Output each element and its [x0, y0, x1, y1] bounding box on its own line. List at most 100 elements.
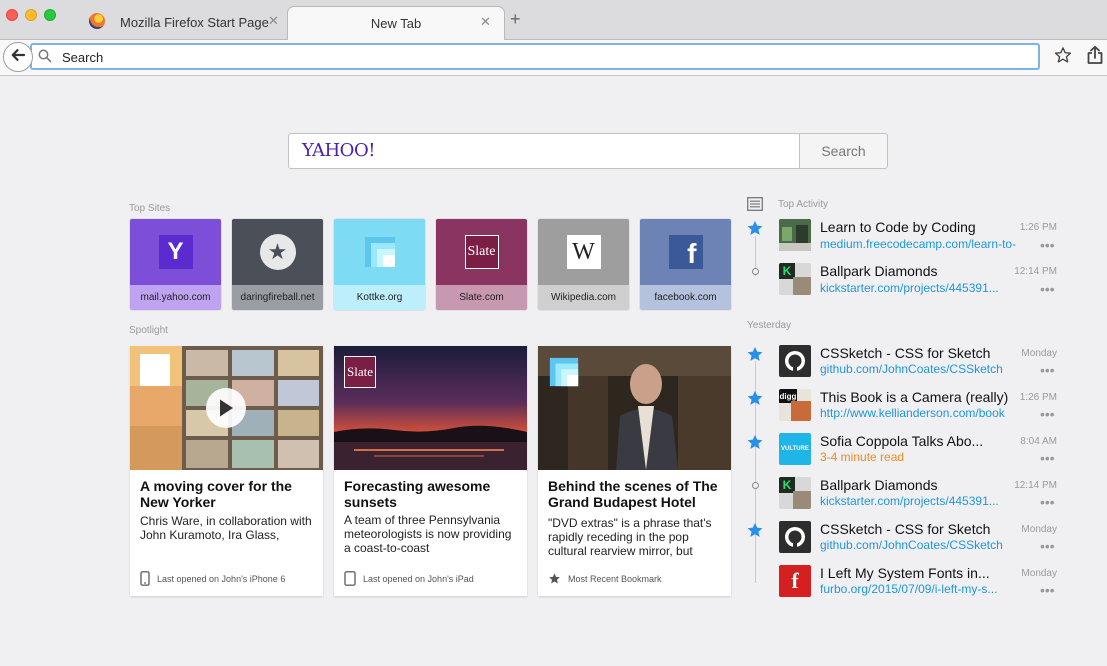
tab-title: New Tab — [370, 16, 422, 31]
more-options-icon[interactable]: ••• — [1040, 494, 1055, 510]
activity-time: 12:14 PM — [1014, 266, 1057, 277]
new-tab-button[interactable]: + — [510, 10, 521, 28]
activity-time: Monday — [1021, 524, 1057, 535]
more-options-icon[interactable]: ••• — [1040, 406, 1055, 422]
yahoo-search: YAHOO! Search — [288, 133, 888, 169]
activity-title: Sofia Coppola Talks Abo... — [820, 433, 984, 449]
card-description: "DVD extras" is a phrase that's rapidly … — [548, 516, 712, 558]
top-site-tile-daringfireball[interactable]: ★ daringfireball.net — [232, 219, 323, 310]
tile-label: Wikipedia.com — [538, 285, 629, 310]
url-bar[interactable] — [30, 43, 1040, 70]
more-options-icon[interactable]: ••• — [1040, 362, 1055, 378]
tab-close-icon[interactable]: ✕ — [480, 14, 491, 30]
top-site-tile-facebook[interactable]: f facebook.com — [640, 219, 731, 310]
activity-title: CSSketch - CSS for Sketch — [820, 345, 991, 361]
kickstarter-icon: K — [779, 263, 811, 295]
card-title: Behind the scenes of The Grand Budapest … — [548, 478, 718, 510]
freecodecamp-icon — [779, 219, 811, 251]
search-input[interactable] — [62, 47, 1022, 67]
more-options-icon[interactable]: ••• — [1040, 281, 1055, 297]
back-button[interactable] — [3, 42, 33, 72]
spotlight-card-sunsets[interactable]: Slate Forecasting awesome sunsets A team… — [334, 346, 527, 596]
tablet-icon — [344, 570, 356, 588]
activity-url[interactable]: github.com/JohnCoates/CSSketch — [820, 538, 1016, 552]
tile-image: Slate — [436, 219, 527, 285]
more-options-icon[interactable]: ••• — [1040, 450, 1055, 466]
kickstarter-icon: K — [779, 477, 811, 509]
activity-read-time: 3-4 minute read — [820, 450, 905, 464]
star-icon — [746, 521, 764, 539]
top-site-tile-kottke[interactable]: Kottke.org — [334, 219, 425, 310]
activity-url[interactable]: kickstarter.com/projects/445391... — [820, 281, 1016, 295]
yesterday-label: Yesterday — [747, 320, 792, 331]
activity-time: 1:26 PM — [1019, 392, 1057, 403]
tile-label: Kottke.org — [334, 285, 425, 310]
activity-url[interactable]: github.com/JohnCoates/CSSketch — [820, 362, 1016, 376]
more-options-icon[interactable]: ••• — [1040, 582, 1055, 598]
github-icon — [779, 521, 811, 553]
card-image — [538, 346, 731, 470]
zoom-window-button[interactable] — [44, 9, 56, 21]
tile-label: daringfireball.net — [232, 285, 323, 310]
top-activity-label: Top Activity — [778, 199, 829, 210]
slate-logo-icon: Slate — [464, 235, 499, 269]
card-description: A team of three Pennsylvania meteorologi… — [344, 513, 512, 555]
tile-image: Y — [130, 219, 221, 285]
list-icon — [747, 197, 763, 216]
minimize-window-button[interactable] — [25, 9, 37, 21]
bookmark-star-icon[interactable] — [1054, 46, 1072, 69]
activity-url[interactable]: furbo.org/2015/07/09/i-left-my-s... — [820, 582, 1016, 596]
furbo-icon: f — [779, 565, 811, 597]
star-icon — [746, 389, 764, 407]
star-circle-icon: ★ — [259, 234, 296, 270]
activity-url[interactable]: medium.freecodecamp.com/learn-to-... — [820, 237, 1016, 251]
card-footer: Most Recent Bookmark — [548, 571, 724, 587]
card-title: A moving cover for the New Yorker — [140, 478, 292, 510]
search-button[interactable]: Search — [799, 133, 888, 169]
more-options-icon[interactable]: ••• — [1040, 538, 1055, 554]
tab-bar: Mozilla Firefox Start Page ✕ New Tab ✕ + — [0, 0, 1107, 40]
activity-time: 1:26 PM — [1019, 222, 1057, 233]
search-icon — [38, 49, 52, 68]
play-icon[interactable] — [206, 388, 246, 428]
activity-url[interactable]: http://www.kellianderson.com/book — [820, 406, 1016, 420]
tile-label: facebook.com — [640, 285, 731, 310]
tab-firefox-start-page[interactable]: Mozilla Firefox Start Page ✕ — [82, 6, 287, 40]
wikipedia-logo-icon: W — [566, 235, 601, 269]
kottke-squares-icon — [548, 356, 580, 388]
activity-url[interactable]: kickstarter.com/projects/445391... — [820, 494, 1016, 508]
vulture-icon: VULTURE — [779, 433, 811, 465]
top-site-tile-slate[interactable]: Slate Slate.com — [436, 219, 527, 310]
card-footer-text: Most Recent Bookmark — [568, 574, 662, 584]
spotlight-card-new-yorker[interactable]: A moving cover for the New Yorker Chris … — [130, 346, 323, 596]
top-site-tile-yahoo[interactable]: Y mail.yahoo.com — [130, 219, 221, 310]
tab-new-tab[interactable]: New Tab ✕ — [287, 6, 505, 40]
github-icon — [779, 345, 811, 377]
close-window-button[interactable] — [6, 9, 18, 21]
yahoo-logo-icon: Y — [158, 235, 193, 269]
phone-icon — [140, 570, 150, 588]
activity-title: Ballpark Diamonds — [820, 477, 938, 493]
top-site-tile-wikipedia[interactable]: W Wikipedia.com — [538, 219, 629, 310]
tile-label: mail.yahoo.com — [130, 285, 221, 310]
activity-title: Ballpark Diamonds — [820, 263, 938, 279]
star-icon — [746, 219, 764, 237]
search-field[interactable]: YAHOO! — [288, 133, 800, 169]
card-footer-text: Last opened on John's iPhone 6 — [157, 574, 286, 584]
dot-icon — [746, 262, 764, 280]
tile-image: W — [538, 219, 629, 285]
spotlight-label: Spotlight — [129, 325, 168, 336]
more-options-icon[interactable]: ••• — [1040, 237, 1055, 253]
share-icon[interactable] — [1086, 45, 1104, 70]
spotlight-card-grand-budapest[interactable]: Behind the scenes of The Grand Budapest … — [538, 346, 731, 596]
card-footer: Last opened on John's iPad — [344, 570, 520, 588]
card-footer: Last opened on John's iPhone 6 — [140, 570, 316, 588]
yahoo-logo: YAHOO! — [302, 140, 375, 161]
tab-close-icon[interactable]: ✕ — [268, 13, 279, 29]
activity-title: I Left My System Fonts in... — [820, 565, 990, 581]
digg-icon: digg — [779, 389, 811, 421]
back-arrow-icon — [10, 47, 26, 68]
tab-title: Mozilla Firefox Start Page — [120, 15, 269, 30]
tile-label: Slate.com — [436, 285, 527, 310]
top-sites-label: Top Sites — [129, 203, 171, 214]
